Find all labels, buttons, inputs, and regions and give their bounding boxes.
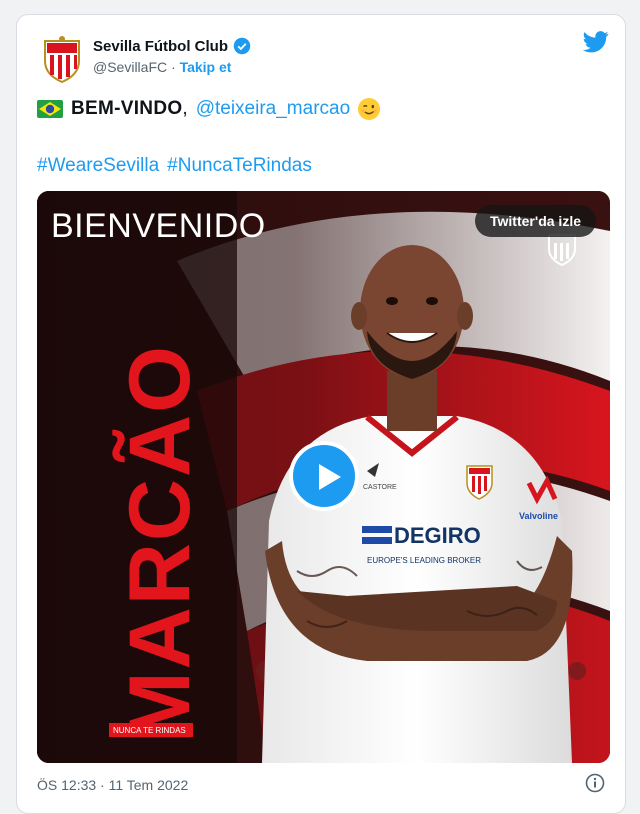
verified-badge-icon xyxy=(233,37,251,55)
tagline-text: NUNCA TE RINDAS xyxy=(113,726,186,735)
timestamp[interactable]: ÖS 12:33 · 11 Tem 2022 xyxy=(37,777,188,793)
hashtags-line: #WeareSevilla #NuncaTeRindas xyxy=(37,155,312,177)
winking-face-icon xyxy=(358,98,381,120)
sevilla-crest-avatar[interactable] xyxy=(41,35,83,83)
play-icon xyxy=(319,464,341,490)
kit-brand-text: CASTORE xyxy=(363,484,397,491)
separator: · xyxy=(171,59,176,75)
sponsor-main-text: DEGIRO xyxy=(394,523,481,548)
welcome-text: BEM-VINDO xyxy=(71,98,183,119)
info-icon[interactable] xyxy=(585,773,605,793)
account-handle[interactable]: @SevillaFC xyxy=(93,59,167,75)
hashtag-weare-sevilla[interactable]: #WeareSevilla xyxy=(37,155,159,177)
tweet-text-line-1: BEM-VINDO, @teixeira_marcao xyxy=(37,98,381,120)
follow-button[interactable]: Takip et xyxy=(180,59,232,75)
player-name-vertical: MARCÃO xyxy=(112,344,208,743)
handle-row: @SevillaFC · Takip et xyxy=(93,59,231,75)
brazil-flag-icon xyxy=(37,100,63,118)
bienvenido-heading: BIENVENIDO xyxy=(51,207,266,245)
account-name[interactable]: Sevilla Fútbol Club xyxy=(93,38,228,55)
sponsor-sub-text: EUROPE'S LEADING BROKER xyxy=(367,556,481,565)
play-button[interactable] xyxy=(289,441,359,511)
sleeve-sponsor-text: Valvoline xyxy=(519,511,558,521)
mention-link[interactable]: @teixeira_marcao xyxy=(196,98,350,120)
comma-text: , xyxy=(182,98,188,119)
watch-on-twitter-badge[interactable]: Twitter'da izle xyxy=(475,205,596,237)
tweet-card: Sevilla Fútbol Club @SevillaFC · Takip e… xyxy=(16,14,626,814)
twitter-bird-icon[interactable] xyxy=(583,31,609,53)
video-media[interactable]: CASTORE Valvoline DEGIRO EUROPE'S LEADIN… xyxy=(37,191,610,763)
hashtag-nunca-te-rindas[interactable]: #NuncaTeRindas xyxy=(167,155,312,177)
account-name-row[interactable]: Sevilla Fútbol Club xyxy=(93,37,251,55)
